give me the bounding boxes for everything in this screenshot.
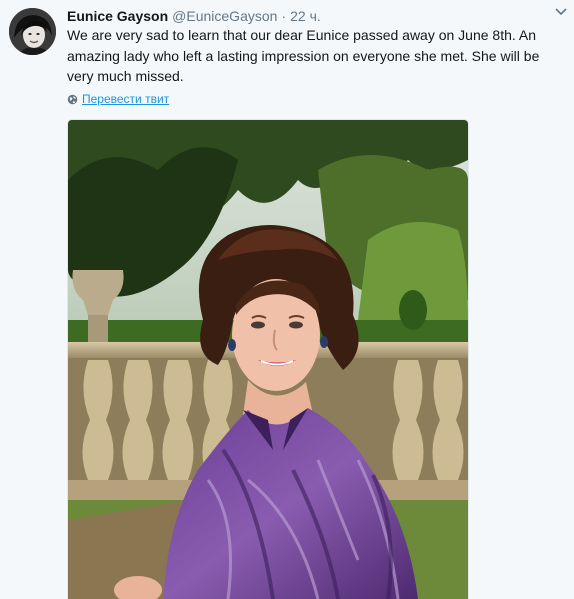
separator: · [281,8,287,24]
tweet: Eunice Gayson @EuniceGayson · 22 ч. We a… [0,0,574,599]
photo-image [68,120,468,599]
avatar-image [9,8,56,55]
tweet-text: We are very sad to learn that our dear E… [67,27,540,84]
display-name[interactable]: Eunice Gayson [67,8,168,24]
tweet-header: Eunice Gayson @EuniceGayson · 22 ч. [67,6,564,26]
user-handle[interactable]: @EuniceGayson [172,8,277,24]
translate-tweet: Перевести твит [67,92,169,106]
avatar[interactable] [9,8,56,55]
chevron-down-icon[interactable] [552,2,570,20]
translate-link[interactable]: Перевести твит [82,92,169,106]
timestamp[interactable]: 22 ч. [290,8,321,24]
tweet-photo[interactable] [67,119,469,599]
globe-icon [67,94,78,104]
